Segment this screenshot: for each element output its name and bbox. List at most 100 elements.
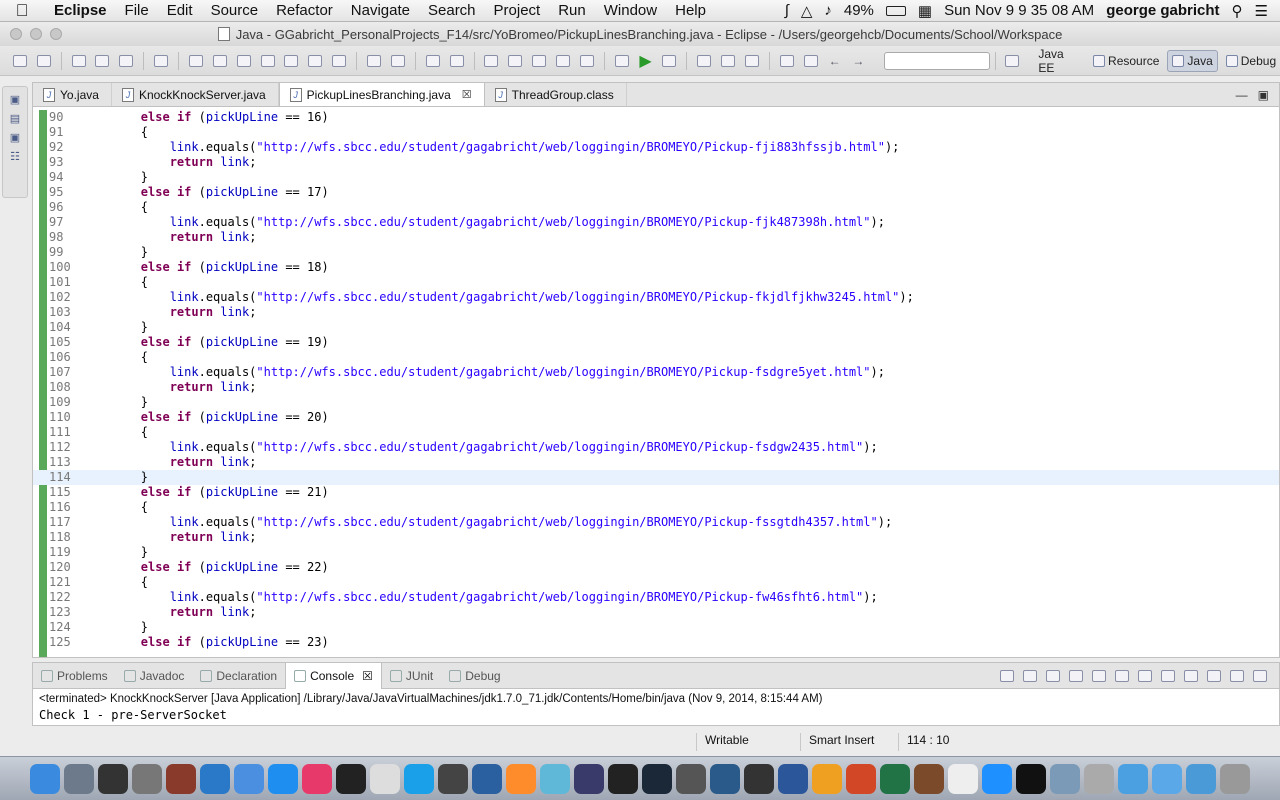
word-icon[interactable]	[778, 763, 808, 794]
forward-icon[interactable]: →	[850, 52, 868, 70]
perspective-java[interactable]: Java	[1167, 49, 1218, 72]
minimize-window-button[interactable]	[30, 28, 42, 40]
pin-console-icon[interactable]	[1161, 669, 1175, 682]
debug-icon[interactable]	[613, 52, 631, 70]
code-line[interactable]: 95 else if (pickUpLine == 17)	[33, 185, 1279, 200]
code-line[interactable]: 117 link.equals("http://wfs.sbcc.edu/stu…	[33, 515, 1279, 530]
terminate-icon[interactable]	[235, 52, 253, 70]
powerpoint-icon[interactable]	[846, 763, 876, 794]
notes-icon[interactable]	[914, 763, 944, 794]
eclipse-icon[interactable]	[574, 763, 604, 794]
menu-project[interactable]: Project	[485, 2, 550, 19]
clock[interactable]: Sun Nov 9 9 35 08 AM	[944, 2, 1094, 19]
package-icon[interactable]	[424, 52, 442, 70]
bluetooth-app-icon[interactable]	[234, 763, 264, 794]
terminal-icon[interactable]	[1016, 763, 1046, 794]
code-line[interactable]: 106 {	[33, 350, 1279, 365]
step-return-icon[interactable]	[330, 52, 348, 70]
panel-tab-declaration[interactable]: Declaration	[192, 663, 285, 689]
outline-view-icon[interactable]: ☷	[10, 150, 20, 163]
calendar-icon[interactable]: ▦	[918, 2, 932, 20]
textedit-icon[interactable]	[948, 763, 978, 794]
quicktime-icon[interactable]	[472, 763, 502, 794]
new-dropdown-icon[interactable]	[35, 52, 53, 70]
code-line[interactable]: 112 link.equals("http://wfs.sbcc.edu/stu…	[33, 440, 1279, 455]
step-over-icon[interactable]	[306, 52, 324, 70]
menu-search[interactable]: Search	[419, 2, 485, 19]
minimize-icon[interactable]	[1230, 669, 1244, 682]
app-store-icon[interactable]	[268, 763, 298, 794]
save-icon[interactable]	[70, 52, 88, 70]
menu-help[interactable]: Help	[666, 2, 715, 19]
code-line[interactable]: 98 return link;	[33, 230, 1279, 245]
display-console-icon[interactable]	[1184, 669, 1198, 682]
notification-center-icon[interactable]: ☰	[1255, 2, 1268, 20]
steam-icon[interactable]	[642, 763, 672, 794]
minimize-icon[interactable]: —	[1236, 88, 1248, 102]
code-line[interactable]: 96 {	[33, 200, 1279, 215]
code-line[interactable]: 90 else if (pickUpLine == 16)	[33, 110, 1279, 125]
panel-tab-javadoc[interactable]: Javadoc	[116, 663, 193, 689]
bluetooth-icon[interactable]: ∫	[785, 2, 789, 19]
finder-icon[interactable]	[30, 763, 60, 794]
battery-icon[interactable]	[885, 5, 906, 16]
refresh-icon[interactable]	[389, 52, 407, 70]
print-icon[interactable]	[117, 52, 135, 70]
battery-percent[interactable]: 49%	[844, 2, 874, 19]
system-preferences-icon[interactable]	[132, 763, 162, 794]
user-name[interactable]: george gabricht	[1106, 2, 1219, 19]
maximize-icon[interactable]	[1253, 669, 1267, 682]
trash-icon[interactable]	[1220, 763, 1250, 794]
terminate-console-icon[interactable]	[1000, 669, 1014, 682]
code-line[interactable]: 118 return link;	[33, 530, 1279, 545]
xcode-icon[interactable]	[200, 763, 230, 794]
code-line[interactable]: 93 return link;	[33, 155, 1279, 170]
open-type-icon[interactable]	[483, 52, 501, 70]
drive-icon[interactable]	[676, 763, 706, 794]
code-line[interactable]: 94 }	[33, 170, 1279, 185]
unity-icon[interactable]	[744, 763, 774, 794]
resume-icon[interactable]	[187, 52, 205, 70]
code-line[interactable]: 101 {	[33, 275, 1279, 290]
remove-all-icon[interactable]	[1046, 669, 1060, 682]
editor-tab[interactable]: J ThreadGroup.class	[485, 83, 627, 106]
restore-icon[interactable]: ▣	[10, 131, 20, 144]
volume-icon[interactable]: ♪	[824, 2, 832, 19]
skype-icon[interactable]	[404, 763, 434, 794]
panel-tab-console[interactable]: Console ☒	[285, 662, 382, 689]
menu-edit[interactable]: Edit	[158, 2, 202, 19]
calculator-icon[interactable]	[438, 763, 468, 794]
apple-icon[interactable]: 	[0, 1, 44, 21]
prev-annotation-icon[interactable]	[802, 52, 820, 70]
suspend-icon[interactable]	[211, 52, 229, 70]
menu-navigate[interactable]: Navigate	[342, 2, 419, 19]
quick-access-input[interactable]	[884, 51, 990, 70]
perspective-debug[interactable]: Debug	[1222, 51, 1280, 71]
menu-refactor[interactable]: Refactor	[267, 2, 342, 19]
back-icon[interactable]: ←	[826, 52, 844, 70]
code-line[interactable]: 108 return link;	[33, 380, 1279, 395]
blender-icon[interactable]	[710, 763, 740, 794]
excel-icon[interactable]	[880, 763, 910, 794]
code-line[interactable]: 125 else if (pickUpLine == 23)	[33, 635, 1279, 650]
wifi-icon[interactable]: △	[801, 2, 813, 20]
next-annotation-icon[interactable]	[778, 52, 796, 70]
code-line[interactable]: 121 {	[33, 575, 1279, 590]
textwrangler-icon[interactable]	[1084, 763, 1114, 794]
safari-icon[interactable]	[982, 763, 1012, 794]
preview-icon[interactable]	[1050, 763, 1080, 794]
terminal-like-icon[interactable]	[336, 763, 366, 794]
zoom-window-button[interactable]	[50, 28, 62, 40]
unreal-icon[interactable]	[608, 763, 638, 794]
code-line[interactable]: 113 return link;	[33, 455, 1279, 470]
code-line[interactable]: 114 }	[33, 470, 1279, 485]
word-wrap-icon[interactable]	[1115, 669, 1129, 682]
scroll-lock-icon[interactable]	[1092, 669, 1106, 682]
code-line[interactable]: 115 else if (pickUpLine == 21)	[33, 485, 1279, 500]
outline-icon[interactable]	[554, 52, 572, 70]
code-line[interactable]: 120 else if (pickUpLine == 22)	[33, 560, 1279, 575]
panel-tab-junit[interactable]: JUnit	[382, 663, 441, 689]
activity-monitor-icon[interactable]	[98, 763, 128, 794]
restore-icon[interactable]: ▣	[10, 93, 20, 106]
close-tab-icon[interactable]: ☒	[362, 669, 373, 683]
